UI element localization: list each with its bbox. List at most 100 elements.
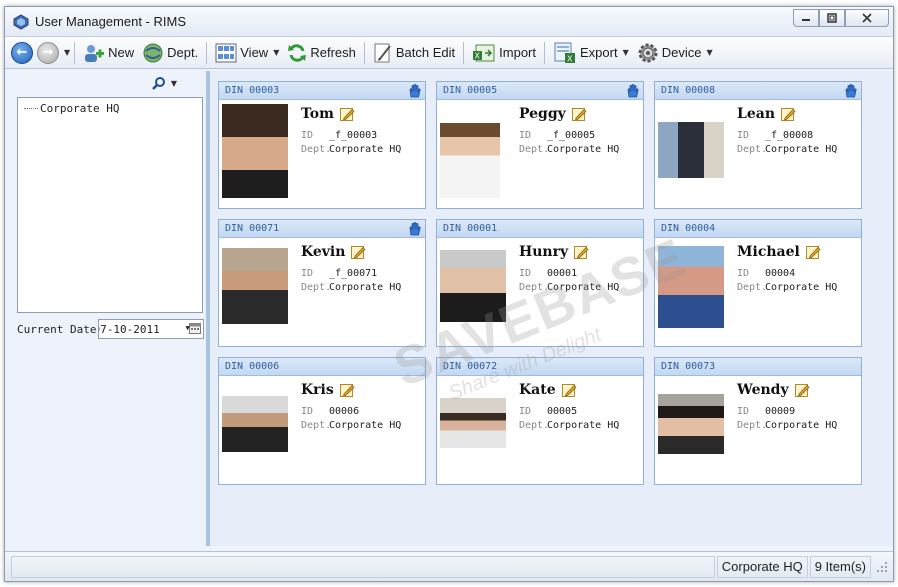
new-button[interactable]: New <box>79 40 138 66</box>
user-id-value: _f_00071 <box>329 268 378 279</box>
card-din: DIN 00004 <box>661 223 716 234</box>
toolbar-separator <box>463 41 465 64</box>
export-button[interactable]: X Export ▼ <box>549 40 633 66</box>
tree-search-row: ▼ <box>13 71 205 95</box>
search-icon[interactable] <box>151 76 166 90</box>
svg-text:X: X <box>567 54 573 63</box>
back-button[interactable]: ← <box>11 41 33 64</box>
toolbar-separator <box>74 41 76 64</box>
close-icon <box>862 13 872 23</box>
user-id-value: 00001 <box>547 268 578 279</box>
tree-node-label: Corporate HQ <box>40 102 120 115</box>
id-label: ID <box>301 130 314 141</box>
status-bar: Corporate HQ 9 Item(s) <box>5 551 893 581</box>
restore-icon <box>827 13 837 23</box>
fingerprint-hand-icon <box>409 84 421 98</box>
department-tree[interactable]: Corporate HQ <box>17 97 203 313</box>
user-name: Wendy <box>737 382 810 398</box>
user-card[interactable]: DIN 00071 Kevin ID _f_00071 Dept.Corporate H… <box>218 219 426 347</box>
forward-button[interactable]: → <box>37 41 59 64</box>
edit-pencil-icon[interactable] <box>561 383 577 398</box>
edit-pencil-icon[interactable] <box>805 245 821 260</box>
dept-label: Dept. <box>301 282 332 293</box>
user-photo <box>222 248 288 324</box>
user-card[interactable]: DIN 00003 Tom ID _f_00003 Dept.Corporate HQ <box>218 81 426 209</box>
user-card[interactable]: DIN 00008 Lean ID _f_00008 Dept.Corporate HQ <box>654 81 862 209</box>
device-button[interactable]: Device ▼ <box>633 40 717 66</box>
user-id-row: ID 00004 <box>737 268 795 279</box>
user-card[interactable]: DIN 00073 Wendy ID 00009 Dept.Corporate HQ <box>654 357 862 485</box>
user-dept-row: Dept.Corporate HQ <box>301 144 401 155</box>
user-dept-value: Corporate HQ <box>329 282 402 293</box>
dept-button[interactable]: Dept. <box>138 40 202 66</box>
card-din: DIN 00006 <box>225 361 280 372</box>
department-icon <box>143 43 163 62</box>
card-header: DIN 00073 <box>655 358 861 376</box>
user-name-text: Michael <box>737 244 800 260</box>
card-header: DIN 00004 <box>655 220 861 238</box>
tree-node-root[interactable]: Corporate HQ <box>24 102 119 115</box>
history-dropdown-icon[interactable]: ▼ <box>64 48 70 57</box>
resize-grip-icon[interactable] <box>875 560 889 574</box>
user-card-grid: DIN 00073 Wendy ID 00009 Dept.Corporate HQ DI… <box>210 71 893 546</box>
id-label: ID <box>737 268 750 279</box>
user-dept-row: Dept.Corporate HQ <box>519 420 619 431</box>
user-card[interactable]: DIN 00001 Hunry ID 00001 Dept.Corporate HQ <box>436 219 644 347</box>
user-name-text: Peggy <box>519 106 566 122</box>
user-name-text: Lean <box>737 106 776 122</box>
import-button[interactable]: X Import <box>468 40 540 66</box>
user-id-value: 00005 <box>547 406 578 417</box>
user-name-text: Wendy <box>737 382 789 398</box>
batch-edit-button[interactable]: Batch Edit <box>369 40 459 66</box>
view-grid-icon <box>215 43 237 62</box>
card-din: DIN 00071 <box>225 223 280 234</box>
minimize-button[interactable] <box>793 9 819 27</box>
export-icon: X <box>554 42 575 63</box>
add-user-icon <box>85 44 105 62</box>
date-dropdown-button[interactable]: ▼ <box>185 322 202 334</box>
user-id-row: ID _f_00005 <box>519 130 595 141</box>
card-header: DIN 00008 <box>655 82 861 100</box>
card-din: DIN 00003 <box>225 85 280 96</box>
card-din: DIN 00072 <box>443 361 498 372</box>
left-panel: ▼ Corporate HQ Current Date 07-10-2011 ▼ <box>13 71 205 546</box>
card-din: DIN 00001 <box>443 223 498 234</box>
edit-pencil-icon[interactable] <box>339 107 355 122</box>
calendar-icon <box>189 323 202 334</box>
edit-pencil-icon[interactable] <box>339 383 355 398</box>
refresh-icon <box>288 43 307 62</box>
edit-pencil-icon[interactable] <box>351 245 366 260</box>
svg-text:X: X <box>475 51 481 60</box>
close-button[interactable] <box>845 9 889 27</box>
user-dept-value: Corporate HQ <box>765 420 838 431</box>
maximize-button[interactable] <box>819 9 845 27</box>
batch-edit-icon <box>374 43 391 62</box>
user-card[interactable]: DIN 00004 Michael ID 00004 Dept.Corporate HQ <box>654 219 862 347</box>
refresh-button[interactable]: Refresh <box>283 40 360 66</box>
fingerprint-hand-icon <box>627 84 639 98</box>
current-date-picker[interactable]: 07-10-2011 ▼ <box>98 319 205 339</box>
edit-pencil-icon[interactable] <box>571 107 587 122</box>
user-card[interactable]: DIN 00006 Kris ID 00006 Dept.Corporate HQ <box>218 357 426 485</box>
user-name: Kate <box>519 382 577 398</box>
card-din: DIN 00005 <box>443 85 498 96</box>
toolbar-separator <box>363 41 365 64</box>
user-id-row: ID 00009 <box>737 406 795 417</box>
user-dept-row: Dept.Corporate HQ <box>301 420 401 431</box>
edit-pencil-icon[interactable] <box>574 245 589 260</box>
current-date-value: 07-10-2011 <box>98 322 160 336</box>
edit-pencil-icon[interactable] <box>794 383 810 398</box>
card-header: DIN 00071 <box>219 220 425 238</box>
user-card[interactable]: DIN 00005 Peggy ID _f_00005 Dept.Corporate H… <box>436 81 644 209</box>
toolbar: ← → ▼ New Dept. View ▼ Refresh Batch Edi… <box>5 37 893 69</box>
chevron-down-icon[interactable]: ▼ <box>171 79 177 88</box>
user-card[interactable]: DIN 00072 Kate ID 00005 Dept.Corporate HQ <box>436 357 644 485</box>
dept-label: Dept. <box>737 282 768 293</box>
arrow-right-icon: → <box>42 45 54 60</box>
user-photo <box>658 122 724 178</box>
import-label: Import <box>499 45 536 60</box>
edit-pencil-icon[interactable] <box>781 107 796 122</box>
view-button[interactable]: View ▼ <box>211 40 283 66</box>
user-name: Kris <box>301 382 355 398</box>
id-label: ID <box>301 406 314 417</box>
